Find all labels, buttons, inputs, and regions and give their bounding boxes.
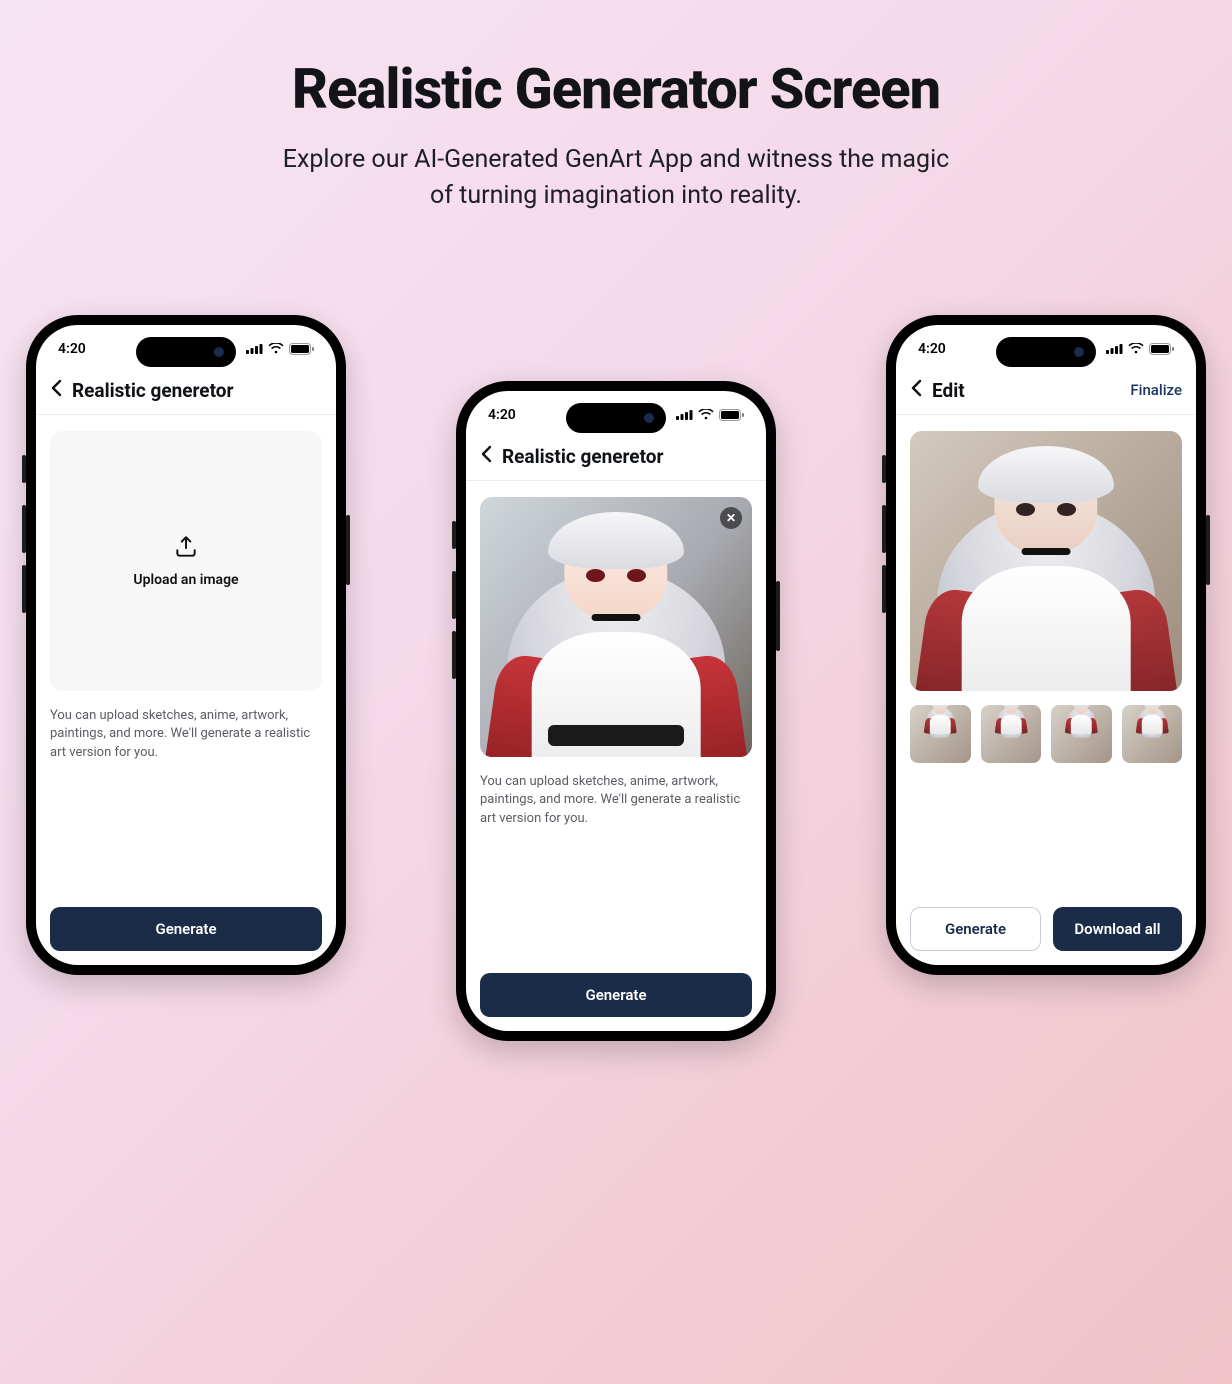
result-thumbnails bbox=[910, 705, 1182, 763]
volume-button-icon bbox=[22, 565, 26, 613]
upload-label: Upload an image bbox=[133, 572, 238, 588]
result-thumbnail[interactable] bbox=[1122, 705, 1183, 763]
back-icon[interactable] bbox=[910, 379, 922, 402]
download-all-button[interactable]: Download all bbox=[1053, 907, 1182, 951]
dynamic-island-icon bbox=[996, 337, 1096, 367]
upload-icon bbox=[173, 534, 199, 560]
volume-button-icon bbox=[22, 455, 26, 483]
volume-button-icon bbox=[452, 571, 456, 619]
status-time: 4:20 bbox=[918, 341, 946, 357]
status-time: 4:20 bbox=[58, 341, 86, 357]
subtitle-line-2: of turning imagination into reality. bbox=[430, 181, 802, 210]
battery-icon bbox=[289, 343, 314, 355]
power-button-icon bbox=[1206, 515, 1210, 585]
dynamic-island-icon bbox=[566, 403, 666, 433]
phone-mockup-1: 4:20 Realistic generetor U bbox=[26, 315, 346, 975]
wifi-icon bbox=[698, 409, 714, 420]
volume-button-icon bbox=[882, 565, 886, 613]
page-title: Realistic Generator Screen bbox=[0, 56, 1232, 122]
result-thumbnail[interactable] bbox=[910, 705, 971, 763]
volume-button-icon bbox=[452, 631, 456, 679]
screen-title: Realistic generetor bbox=[72, 379, 233, 402]
result-thumbnail[interactable] bbox=[1051, 705, 1112, 763]
battery-icon bbox=[719, 409, 744, 421]
phone-mockup-3: 4:20 Edit Finalize bbox=[886, 315, 1206, 975]
generate-button[interactable]: Generate bbox=[910, 907, 1041, 951]
screen-header: Realistic generetor bbox=[466, 439, 766, 481]
close-icon: ✕ bbox=[726, 511, 736, 525]
finalize-button[interactable]: Finalize bbox=[1130, 381, 1182, 399]
volume-button-icon bbox=[22, 505, 26, 553]
power-button-icon bbox=[346, 515, 350, 585]
help-text: You can upload sketches, anime, artwork,… bbox=[50, 707, 322, 764]
power-button-icon bbox=[776, 581, 780, 651]
generate-button[interactable]: Generate bbox=[50, 907, 322, 951]
generate-button[interactable]: Generate bbox=[480, 973, 752, 1017]
upload-dropzone[interactable]: Upload an image bbox=[50, 431, 322, 691]
uploaded-image-preview[interactable]: ✕ bbox=[480, 497, 752, 757]
phone-mockup-2: 4:20 Realistic generetor bbox=[456, 381, 776, 1041]
wifi-icon bbox=[1128, 343, 1144, 354]
volume-button-icon bbox=[882, 505, 886, 553]
help-text: You can upload sketches, anime, artwork,… bbox=[480, 773, 752, 830]
volume-button-icon bbox=[882, 455, 886, 483]
back-icon[interactable] bbox=[480, 445, 492, 468]
result-thumbnail[interactable] bbox=[981, 705, 1042, 763]
subtitle-line-1: Explore our AI-Generated GenArt App and … bbox=[283, 145, 949, 174]
signal-icon bbox=[676, 409, 693, 420]
signal-icon bbox=[246, 343, 263, 354]
result-image[interactable] bbox=[910, 431, 1182, 691]
dynamic-island-icon bbox=[136, 337, 236, 367]
remove-image-button[interactable]: ✕ bbox=[720, 507, 742, 529]
battery-icon bbox=[1149, 343, 1174, 355]
screen-header: Realistic generetor bbox=[36, 373, 336, 415]
screen-title: Realistic generetor bbox=[502, 445, 663, 468]
status-time: 4:20 bbox=[488, 407, 516, 423]
screen-header: Edit Finalize bbox=[896, 373, 1196, 415]
page-subtitle: Explore our AI-Generated GenArt App and … bbox=[0, 142, 1232, 215]
volume-button-icon bbox=[452, 521, 456, 549]
back-icon[interactable] bbox=[50, 379, 62, 402]
screen-title: Edit bbox=[932, 379, 965, 402]
wifi-icon bbox=[268, 343, 284, 354]
signal-icon bbox=[1106, 343, 1123, 354]
